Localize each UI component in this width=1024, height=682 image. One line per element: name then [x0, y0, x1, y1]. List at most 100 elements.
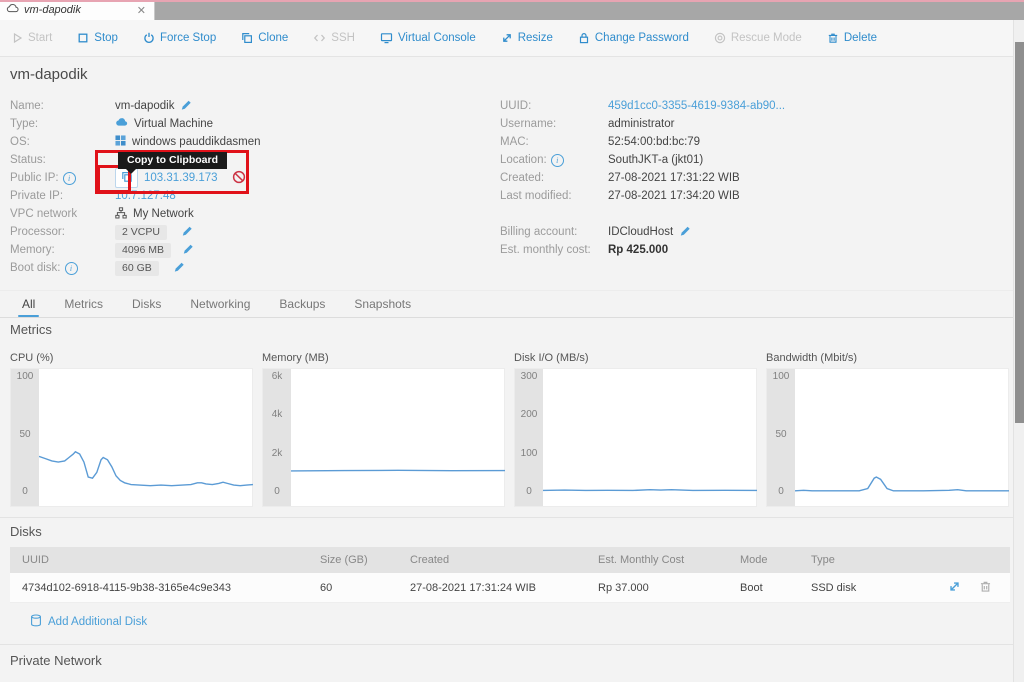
- details-left-column: Name: vm-dapodik Type: Virtual Machine O…: [10, 97, 480, 277]
- uuid-value[interactable]: 459d1cc0-3355-4619-9384-ab90...: [608, 100, 785, 112]
- delete-button[interactable]: Delete: [827, 32, 877, 44]
- block-ip-icon[interactable]: [232, 170, 246, 187]
- trash-icon: [827, 32, 839, 44]
- disk-row[interactable]: 4734d102-6918-4115-9b38-3165e4c9e343 60 …: [10, 573, 1010, 603]
- cpu-chart: CPU (%) 100500: [10, 352, 253, 507]
- disk-io-chart: Disk I/O (MB/s) 3002001000: [514, 352, 757, 507]
- tab-backups[interactable]: Backups: [279, 291, 325, 317]
- scrollbar-thumb[interactable]: [1015, 42, 1024, 423]
- vm-cloud-icon: [115, 117, 128, 131]
- disks-heading: Disks: [10, 524, 42, 539]
- copy-tooltip: Copy to Clipboard: [118, 152, 227, 169]
- start-button[interactable]: Start: [12, 32, 52, 44]
- stop-button[interactable]: Stop: [77, 32, 118, 44]
- os-value: windows pauddikdasmen: [132, 136, 261, 148]
- tab-snapshots[interactable]: Snapshots: [354, 291, 411, 317]
- edit-processor-icon[interactable]: [181, 225, 193, 240]
- rescue-mode-button[interactable]: Rescue Mode: [714, 32, 802, 44]
- y-axis-tick: 0: [515, 487, 543, 497]
- bandwidth-chart-yaxis: 100500: [767, 369, 795, 506]
- y-axis-tick: 50: [767, 430, 795, 440]
- y-axis-tick: 200: [515, 410, 543, 420]
- delete-disk-icon[interactable]: [979, 580, 992, 596]
- resize-arrows-icon: [501, 32, 513, 44]
- y-axis-tick: 300: [515, 372, 543, 382]
- edit-memory-icon[interactable]: [182, 243, 194, 258]
- monitor-icon: [380, 32, 393, 44]
- disk-created: 27-08-2021 17:31:24 WIB: [398, 582, 586, 594]
- stop-square-icon: [77, 32, 89, 44]
- location-info-icon[interactable]: i: [551, 154, 564, 167]
- public-ip-value[interactable]: 103.31.39.173: [144, 172, 218, 184]
- clone-button[interactable]: Clone: [241, 32, 288, 44]
- add-additional-disk-button[interactable]: Add Additional Disk: [30, 614, 147, 630]
- boot-disk-badge: 60 GB: [115, 261, 159, 276]
- y-axis-tick: 100: [515, 449, 543, 459]
- divider: [0, 644, 1013, 645]
- y-axis-tick: 100: [767, 372, 795, 382]
- force-stop-button[interactable]: Force Stop: [143, 32, 216, 44]
- lifebuoy-icon: [714, 32, 726, 44]
- detail-row-os: OS: windows pauddikdasmen: [10, 133, 480, 151]
- detail-row-type: Type: Virtual Machine: [10, 115, 480, 133]
- detail-row-uuid: UUID: 459d1cc0-3355-4619-9384-ab90...: [500, 97, 980, 115]
- boot-disk-info-icon[interactable]: i: [65, 262, 78, 275]
- tab-all[interactable]: All: [22, 291, 35, 317]
- y-axis-tick: 6k: [263, 372, 291, 382]
- ssh-button[interactable]: SSH: [313, 32, 355, 44]
- clone-icon: [241, 32, 253, 44]
- memory-badge: 4096 MB: [115, 243, 171, 258]
- processor-badge: 2 VCPU: [115, 225, 167, 240]
- disks-table-header: UUID Size (GB) Created Est. Monthly Cost…: [10, 547, 1010, 573]
- action-toolbar: Start Stop Force Stop Clone SSH Virtual …: [0, 20, 1024, 57]
- browser-tab[interactable]: vm-dapodik ✕: [0, 0, 155, 20]
- disk-cost: Rp 37.000: [586, 582, 728, 594]
- y-axis-tick: 50: [11, 430, 39, 440]
- scrollbar: [1013, 20, 1024, 682]
- resize-disk-icon[interactable]: [948, 580, 961, 596]
- change-password-button[interactable]: Change Password: [578, 32, 689, 44]
- detail-row-memory: Memory: 4096 MB: [10, 241, 480, 259]
- cost-value: Rp 425.000: [608, 244, 668, 256]
- virtual-console-button[interactable]: Virtual Console: [380, 32, 476, 44]
- disks-table: UUID Size (GB) Created Est. Monthly Cost…: [10, 547, 1010, 603]
- tooltip-arrow: [126, 169, 136, 174]
- memory-chart: Memory (MB) 6k4k2k0: [262, 352, 505, 507]
- private-network-heading: Private Network: [10, 653, 102, 668]
- type-value: Virtual Machine: [134, 118, 213, 130]
- power-icon: [143, 32, 155, 44]
- detail-row-vpc: VPC network My Network: [10, 205, 480, 223]
- detail-row-processor: Processor: 2 VCPU: [10, 223, 480, 241]
- disk-uuid: 4734d102-6918-4115-9b38-3165e4c9e343: [10, 582, 308, 594]
- mac-value: 52:54:00:bd:bc:79: [608, 136, 700, 148]
- memory-chart-yaxis: 6k4k2k0: [263, 369, 291, 506]
- vpc-value[interactable]: My Network: [133, 208, 194, 220]
- network-icon: [115, 207, 127, 222]
- disk-mode: Boot: [728, 582, 799, 594]
- public-ip-info-icon[interactable]: i: [63, 172, 76, 185]
- disk-type: SSD disk: [799, 582, 904, 594]
- y-axis-tick: 100: [11, 372, 39, 382]
- y-axis-tick: 0: [263, 487, 291, 497]
- detail-row-private-ip: Private IP: 10.7.127.48: [10, 187, 480, 205]
- detail-row-status: Status:: [10, 151, 480, 169]
- edit-billing-icon[interactable]: [679, 225, 691, 240]
- private-ip-value: 10.7.127.48: [115, 190, 176, 202]
- detail-row-public-ip: Public IP: i 103.31.39.173: [10, 169, 480, 187]
- resize-button[interactable]: Resize: [501, 32, 553, 44]
- billing-value: IDCloudHost: [608, 226, 673, 238]
- close-icon[interactable]: ✕: [135, 4, 148, 17]
- tab-metrics[interactable]: Metrics: [64, 291, 103, 317]
- location-value: SouthJKT-a (jkt01): [608, 154, 703, 166]
- tab-disks[interactable]: Disks: [132, 291, 161, 317]
- tab-networking[interactable]: Networking: [190, 291, 250, 317]
- section-tabs: All Metrics Disks Networking Backups Sna…: [0, 290, 1013, 318]
- disk-icon: [30, 614, 42, 630]
- vm-details-page: vm-dapodik ✕ Start Stop Force Stop Clone…: [0, 0, 1024, 682]
- edit-name-icon[interactable]: [180, 99, 192, 114]
- edit-boot-disk-icon[interactable]: [173, 261, 185, 276]
- metrics-heading: Metrics: [10, 322, 52, 337]
- username-value: administrator: [608, 118, 674, 130]
- y-axis-tick: 0: [11, 487, 39, 497]
- detail-row-name: Name: vm-dapodik: [10, 97, 480, 115]
